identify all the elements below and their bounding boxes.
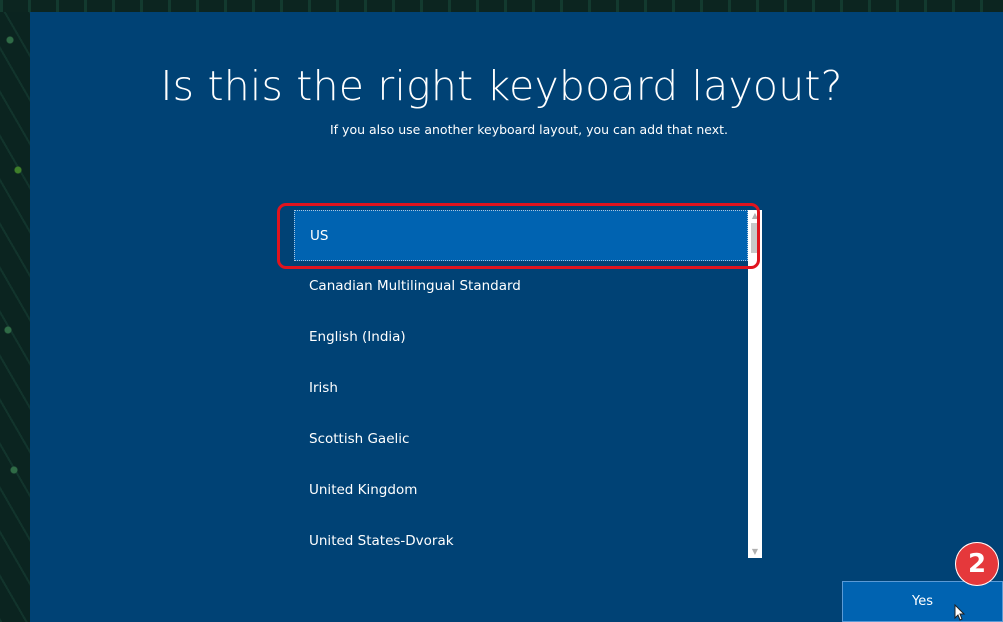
page-title: Is this the right keyboard layout? bbox=[160, 62, 843, 110]
list-item-irish[interactable]: Irish bbox=[294, 363, 748, 414]
yes-button[interactable]: Yes bbox=[842, 581, 1003, 622]
selection-highlight-annotation bbox=[277, 203, 760, 269]
list-item-united-states-dvorak[interactable]: United States-Dvorak bbox=[294, 516, 748, 558]
mouse-cursor-icon bbox=[954, 604, 966, 621]
chevron-down-icon[interactable]: ▼ bbox=[748, 546, 762, 558]
list-item-english-india[interactable]: English (India) bbox=[294, 312, 748, 363]
list-item-united-kingdom[interactable]: United Kingdom bbox=[294, 465, 748, 516]
step-number-badge: 2 bbox=[955, 542, 999, 586]
page-subtitle: If you also use another keyboard layout,… bbox=[329, 122, 729, 137]
background-decoration-top bbox=[0, 0, 1003, 12]
list-item-scottish-gaelic[interactable]: Scottish Gaelic bbox=[294, 414, 748, 465]
